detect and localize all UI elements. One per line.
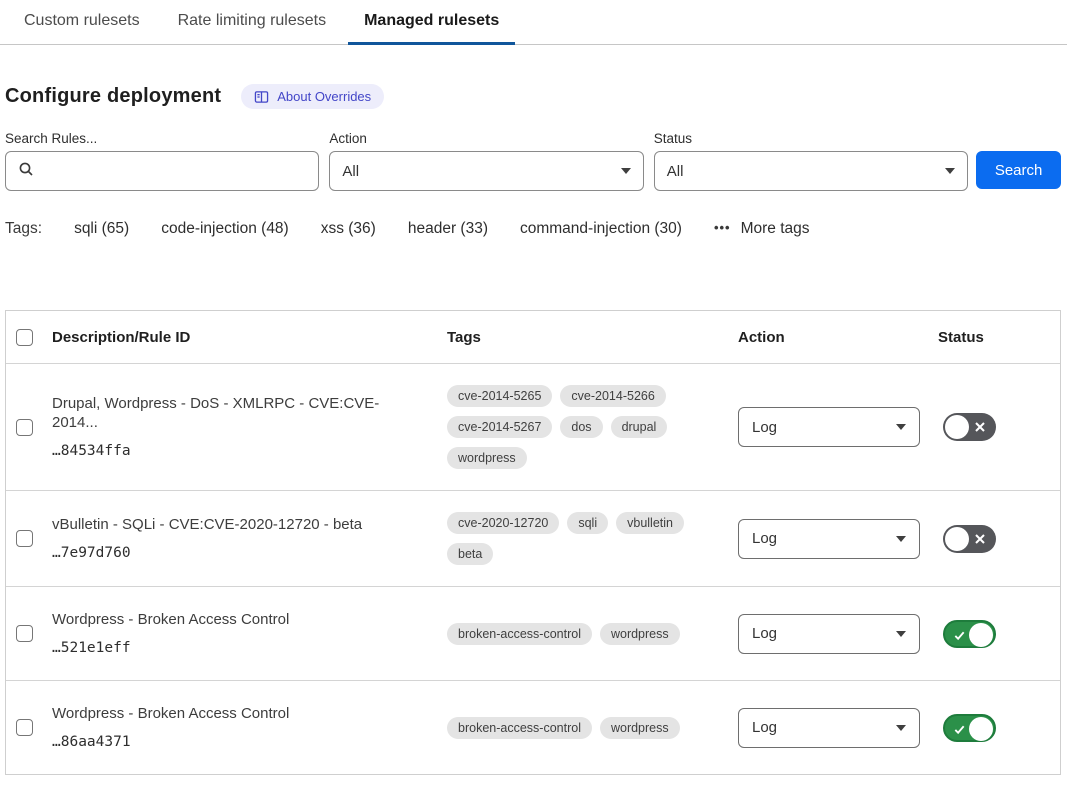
table-row: vBulletin - SQLi - CVE:CVE-2020-12720 - …: [6, 490, 1060, 586]
row-checkbox[interactable]: [16, 419, 33, 436]
tag-pill: cve-2020-12720: [447, 512, 559, 534]
tag-pill: broken-access-control: [447, 623, 592, 645]
action-select-value: Log: [752, 530, 777, 547]
filters-bar: Search Rules... Action All: [5, 131, 1061, 191]
tag-pill: cve-2014-5267: [447, 416, 552, 438]
row-checkbox[interactable]: [16, 530, 33, 547]
tag-pill: wordpress: [600, 623, 680, 645]
book-icon: [254, 90, 269, 104]
rule-tags: broken-access-control wordpress: [447, 717, 697, 739]
search-icon: [18, 161, 34, 181]
tag-filter-sqli[interactable]: sqli (65): [74, 220, 129, 238]
rule-id: …86aa4371: [52, 734, 447, 750]
status-filter-label: Status: [654, 131, 968, 146]
chevron-down-icon: [621, 168, 631, 174]
tag-pill: dos: [560, 416, 602, 438]
managed-rulesets-page: Custom rulesets Rate limiting rulesets M…: [0, 0, 1067, 795]
tag-filter-xss[interactable]: xss (36): [321, 220, 376, 238]
rule-tags: cve-2020-12720 sqli vbulletin beta: [447, 512, 697, 565]
rule-tags: broken-access-control wordpress: [447, 623, 697, 645]
action-select[interactable]: Log: [738, 407, 920, 447]
tag-pill: wordpress: [447, 447, 527, 469]
chevron-down-icon: [896, 424, 906, 430]
tag-pill: wordpress: [600, 717, 680, 739]
action-select[interactable]: Log: [738, 614, 920, 654]
toggle-knob: [945, 527, 969, 551]
rule-id: …521e1eff: [52, 640, 447, 656]
more-tags-button[interactable]: ••• More tags: [714, 220, 810, 238]
rule-id: …84534ffa: [52, 443, 447, 459]
status-toggle[interactable]: [943, 714, 996, 742]
tags-bar: Tags: sqli (65) code-injection (48) xss …: [5, 220, 1061, 238]
column-header-action: Action: [738, 329, 938, 346]
page-title: Configure deployment: [5, 85, 221, 108]
ruleset-tabs: Custom rulesets Rate limiting rulesets M…: [0, 0, 1067, 45]
about-overrides-label: About Overrides: [277, 89, 371, 104]
tag-pill: cve-2014-5266: [560, 385, 665, 407]
tab-rate-limiting-rulesets[interactable]: Rate limiting rulesets: [162, 0, 343, 45]
rule-description: Wordpress - Broken Access Control: [52, 705, 447, 724]
tags-label: Tags:: [5, 220, 42, 238]
status-toggle[interactable]: [943, 620, 996, 648]
rule-tags: cve-2014-5265 cve-2014-5266 cve-2014-5267 d…: [447, 385, 697, 469]
action-select-value: Log: [752, 719, 777, 736]
chevron-down-icon: [945, 168, 955, 174]
action-select[interactable]: Log: [738, 519, 920, 559]
tab-custom-rulesets[interactable]: Custom rulesets: [8, 0, 156, 45]
rule-description: Drupal, Wordpress - DoS - XMLRPC - CVE:C…: [52, 395, 447, 433]
table-row: Wordpress - Broken Access Control …86aa4…: [6, 680, 1060, 774]
column-header-description: Description/Rule ID: [52, 329, 447, 346]
tag-pill: drupal: [611, 416, 668, 438]
action-select-value: Log: [752, 625, 777, 642]
rule-description: Wordpress - Broken Access Control: [52, 611, 447, 630]
search-rules-input[interactable]: [43, 163, 306, 180]
tag-pill: sqli: [567, 512, 608, 534]
column-header-status: Status: [938, 329, 1060, 346]
tag-filter-code-injection[interactable]: code-injection (48): [161, 220, 289, 238]
tag-pill: vbulletin: [616, 512, 684, 534]
about-overrides-link[interactable]: About Overrides: [241, 84, 384, 109]
column-header-tags: Tags: [447, 329, 738, 346]
toggle-knob: [945, 415, 969, 439]
row-checkbox[interactable]: [16, 625, 33, 642]
action-filter-value: All: [342, 163, 359, 180]
tag-pill: beta: [447, 543, 493, 565]
more-tags-label: More tags: [741, 220, 810, 238]
tab-managed-rulesets[interactable]: Managed rulesets: [348, 0, 515, 45]
table-row: Drupal, Wordpress - DoS - XMLRPC - CVE:C…: [6, 363, 1060, 490]
action-select[interactable]: Log: [738, 708, 920, 748]
tag-filter-command-injection[interactable]: command-injection (30): [520, 220, 682, 238]
search-button[interactable]: Search: [976, 151, 1061, 189]
search-rules-label: Search Rules...: [5, 131, 319, 146]
toggle-knob: [969, 717, 993, 741]
status-toggle[interactable]: [943, 413, 996, 441]
tag-pill: cve-2014-5265: [447, 385, 552, 407]
status-filter-value: All: [667, 163, 684, 180]
tag-pill: broken-access-control: [447, 717, 592, 739]
heading-row: Configure deployment About Overrides: [5, 84, 1061, 109]
toggle-knob: [969, 623, 993, 647]
select-all-checkbox[interactable]: [16, 329, 33, 346]
table-header-row: Description/Rule ID Tags Action Status: [6, 311, 1060, 363]
action-select-value: Log: [752, 419, 777, 436]
tag-filter-header[interactable]: header (33): [408, 220, 488, 238]
action-filter-select[interactable]: All: [329, 151, 643, 191]
table-body: Drupal, Wordpress - DoS - XMLRPC - CVE:C…: [6, 363, 1060, 774]
rules-table: Description/Rule ID Tags Action Status D…: [5, 310, 1061, 775]
chevron-down-icon: [896, 725, 906, 731]
status-filter-select[interactable]: All: [654, 151, 968, 191]
row-checkbox[interactable]: [16, 719, 33, 736]
status-toggle[interactable]: [943, 525, 996, 553]
chevron-down-icon: [896, 631, 906, 637]
rule-description: vBulletin - SQLi - CVE:CVE-2020-12720 - …: [52, 516, 447, 535]
chevron-down-icon: [896, 536, 906, 542]
action-filter-label: Action: [329, 131, 643, 146]
search-input-box[interactable]: [5, 151, 319, 191]
table-row: Wordpress - Broken Access Control …521e1…: [6, 586, 1060, 680]
rule-id: …7e97d760: [52, 545, 447, 561]
ellipsis-icon: •••: [714, 220, 731, 235]
